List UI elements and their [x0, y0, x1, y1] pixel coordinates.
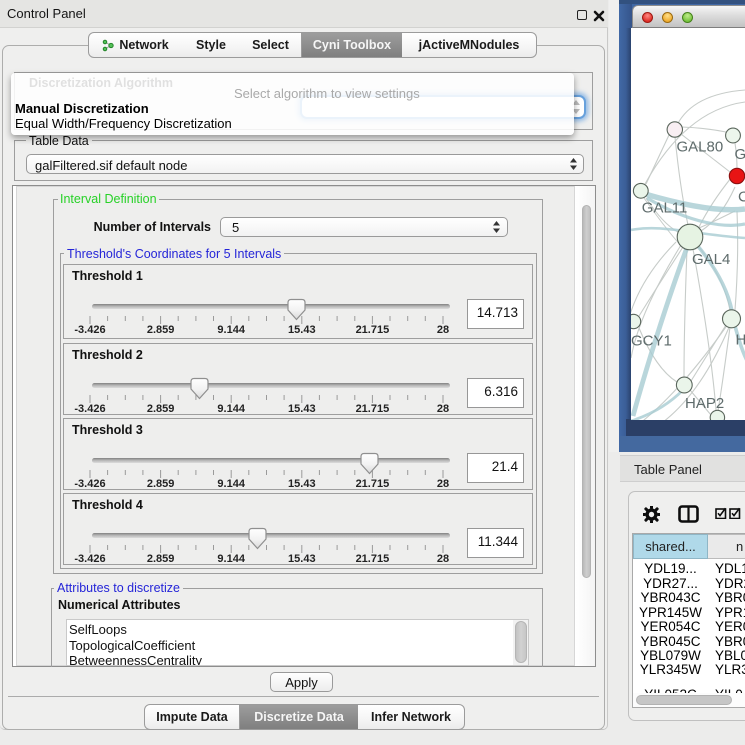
svg-text:HAP2: HAP2 [685, 395, 724, 412]
svg-text:GAL80: GAL80 [677, 139, 724, 156]
svg-text:C: C [738, 189, 745, 206]
svg-text:GA: GA [735, 146, 745, 163]
svg-text:GCY1: GCY1 [631, 333, 672, 350]
svg-text:H: H [736, 332, 745, 349]
svg-text:GAL11: GAL11 [642, 200, 688, 217]
svg-text:GAL4: GAL4 [692, 251, 730, 268]
